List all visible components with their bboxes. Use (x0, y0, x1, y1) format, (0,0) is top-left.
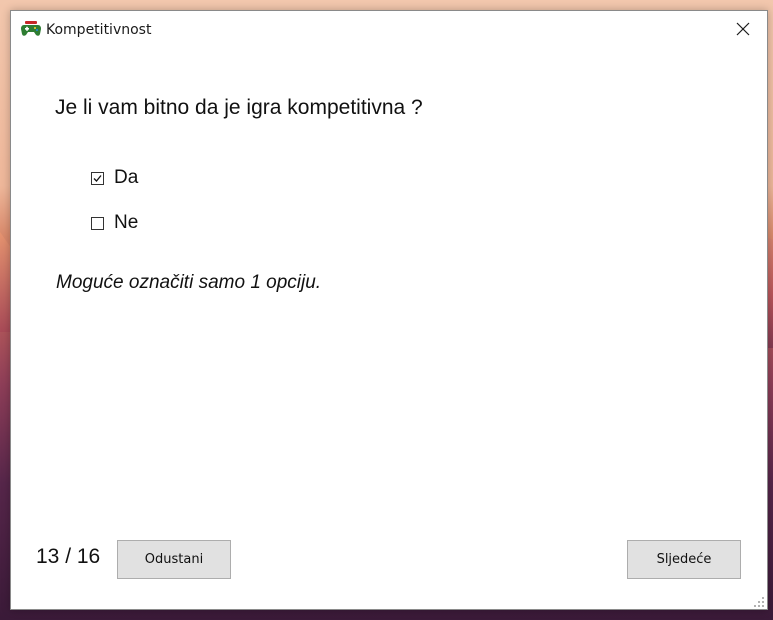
resize-grip-icon[interactable] (753, 595, 765, 607)
title-bar[interactable]: Kompetitivnost (11, 11, 767, 49)
option-label: Da (114, 167, 139, 188)
checkmark-icon (93, 174, 102, 182)
gamepad-icon (21, 21, 41, 37)
next-button[interactable]: Sljedeće (627, 540, 741, 579)
cancel-button[interactable]: Odustani (117, 540, 231, 579)
window-title: Kompetitivnost (46, 22, 152, 38)
hint-text: Moguće označiti samo 1 opciju. (56, 272, 322, 293)
checkbox-da[interactable] (91, 171, 104, 185)
checkbox-ne[interactable] (91, 216, 104, 230)
close-button[interactable] (721, 11, 767, 49)
question-text: Je li vam bitno da je igra kompetitivna … (55, 96, 423, 119)
question-counter: 13 / 16 (36, 545, 101, 568)
option-label: Ne (114, 212, 139, 233)
dialog-window: Kompetitivnost Je li vam bitno da je igr… (10, 10, 768, 610)
option-ne[interactable]: Ne (91, 210, 138, 236)
option-da[interactable]: Da (91, 165, 138, 191)
close-icon (736, 22, 750, 36)
